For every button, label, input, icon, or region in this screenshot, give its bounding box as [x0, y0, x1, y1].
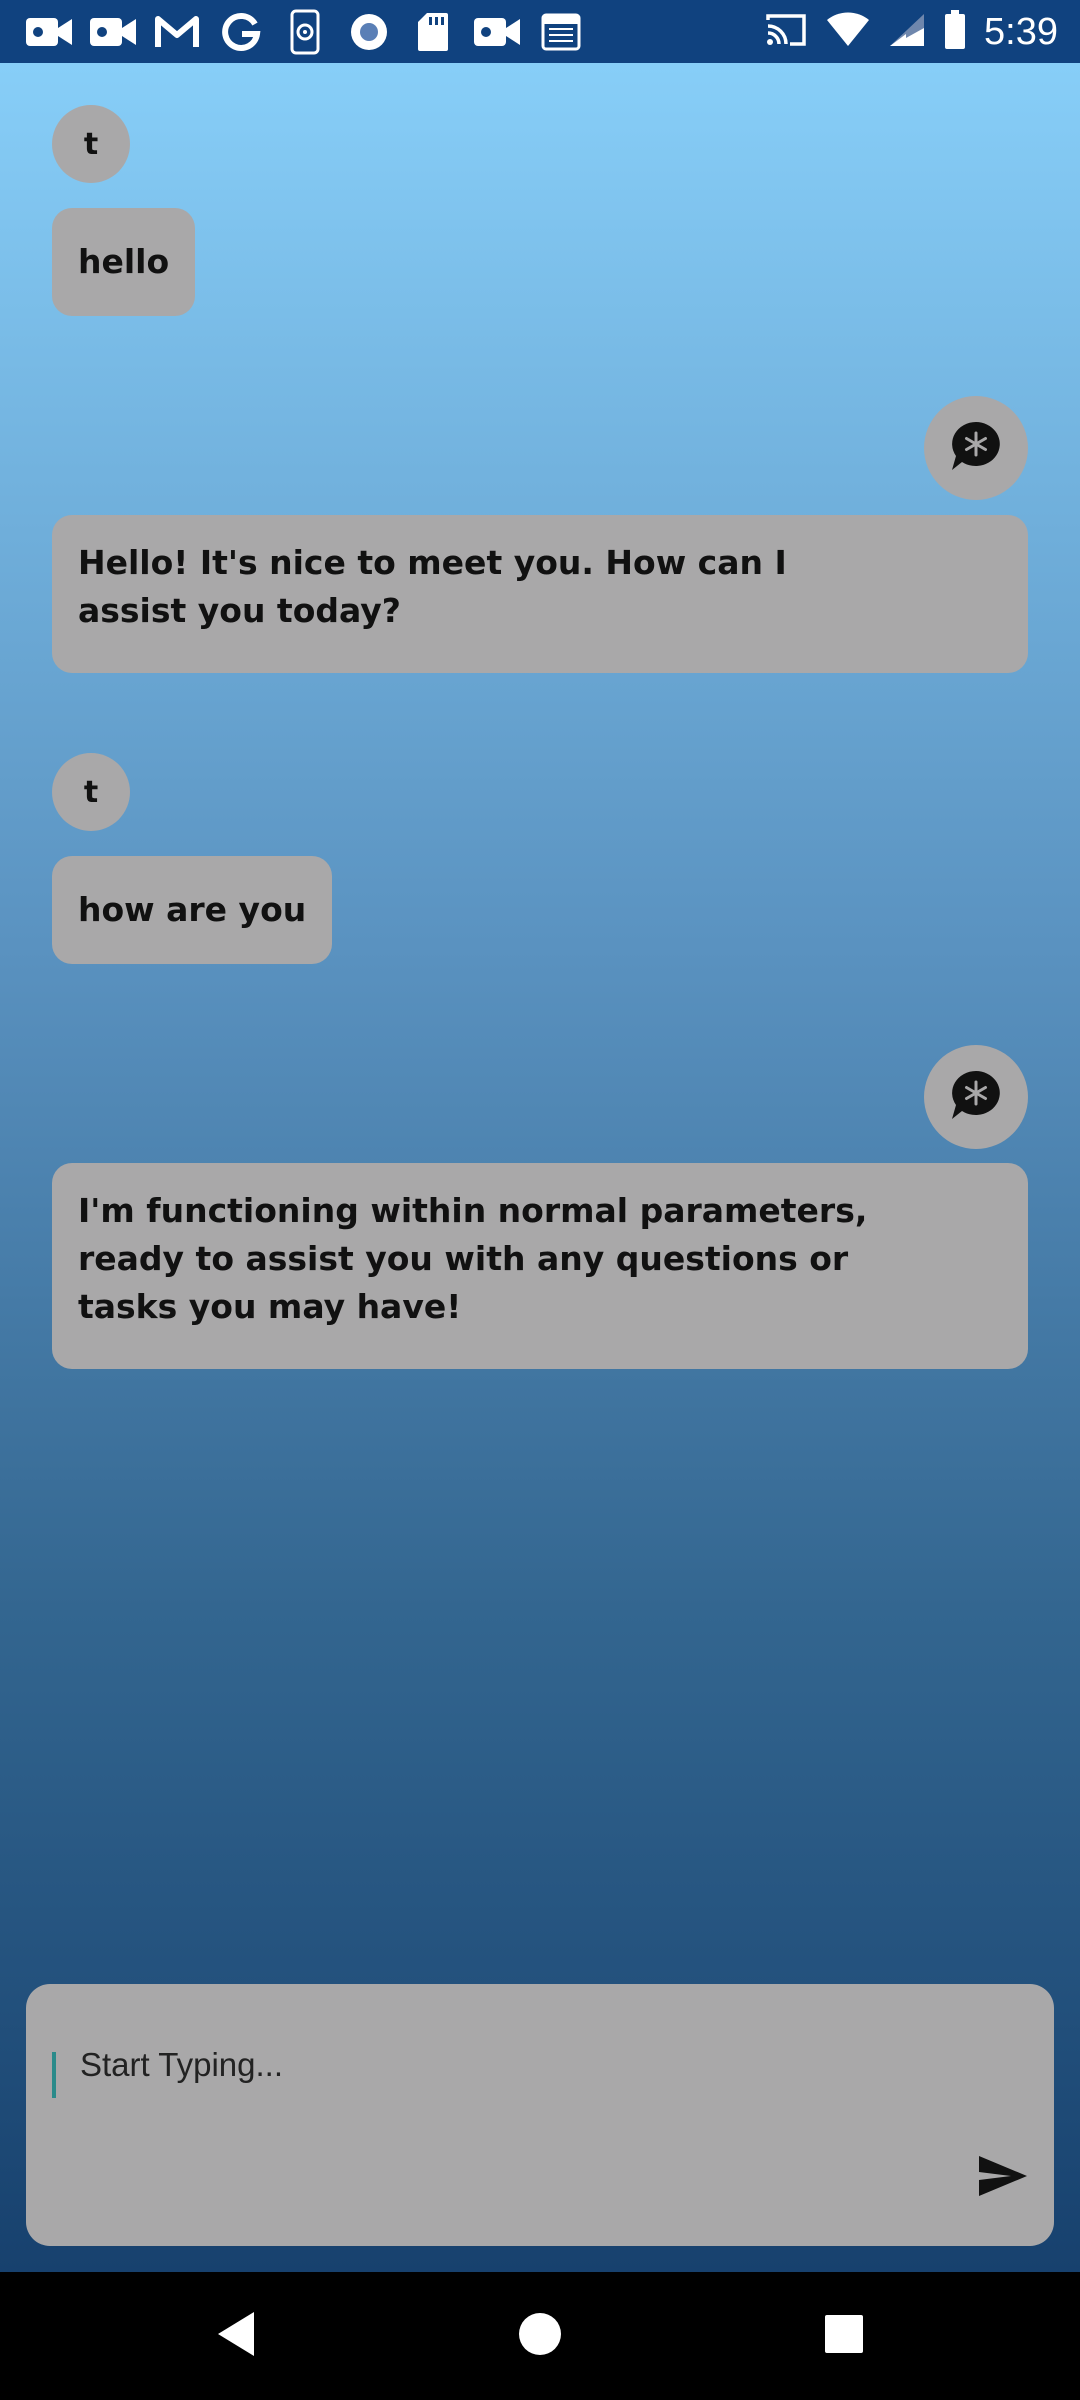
recents-icon — [823, 2313, 865, 2359]
user-message-bubble: how are you — [52, 856, 333, 964]
message-text: hello — [78, 242, 170, 281]
home-icon — [517, 2311, 563, 2361]
message-text: I'm functioning within normal parameters… — [78, 1191, 868, 1326]
back-button[interactable] — [204, 2304, 268, 2368]
send-icon — [977, 2154, 1029, 2202]
cast-icon — [764, 12, 808, 52]
message-text: Hello! It's nice to meet you. How can I … — [78, 543, 787, 630]
chat-asterisk-icon — [948, 418, 1004, 478]
text-cursor — [52, 2052, 56, 2098]
navigation-bar — [0, 2272, 1080, 2400]
home-button[interactable] — [508, 2304, 572, 2368]
user-avatar: t — [52, 105, 130, 183]
sd-card-icon — [408, 8, 458, 56]
send-button[interactable] — [975, 2150, 1031, 2206]
video-icon — [88, 8, 138, 56]
calendar-icon — [536, 8, 586, 56]
status-bar: 5:39 — [0, 0, 1080, 63]
wifi-icon — [826, 12, 870, 52]
recents-button[interactable] — [812, 2304, 876, 2368]
google-icon — [216, 8, 266, 56]
bot-message-bubble: Hello! It's nice to meet you. How can I … — [52, 515, 1028, 673]
bot-avatar — [924, 1045, 1028, 1149]
notification-icons — [24, 8, 586, 56]
chat-asterisk-icon — [948, 1067, 1004, 1127]
bot-message-bubble: I'm functioning within normal parameters… — [52, 1163, 1028, 1369]
user-avatar-letter: t — [83, 126, 99, 162]
gmail-icon — [152, 8, 202, 56]
back-icon — [214, 2310, 258, 2362]
chat-area[interactable]: t hello Hello! It's nice to meet you. Ho… — [0, 63, 1080, 2272]
user-message-bubble: hello — [52, 208, 196, 316]
message-composer[interactable] — [26, 1984, 1054, 2246]
signal-icon — [888, 12, 926, 52]
bot-avatar — [924, 396, 1028, 500]
video-icon — [24, 8, 74, 56]
battery-icon — [944, 10, 966, 54]
status-time: 5:39 — [984, 10, 1058, 53]
video-icon — [472, 8, 522, 56]
user-avatar: t — [52, 753, 130, 831]
message-text: how are you — [78, 890, 307, 929]
record-icon — [344, 8, 394, 56]
phone-settings-icon — [280, 8, 330, 56]
user-avatar-letter: t — [83, 774, 99, 810]
message-input[interactable] — [78, 2040, 940, 2090]
system-indicators: 5:39 — [764, 6, 1058, 58]
